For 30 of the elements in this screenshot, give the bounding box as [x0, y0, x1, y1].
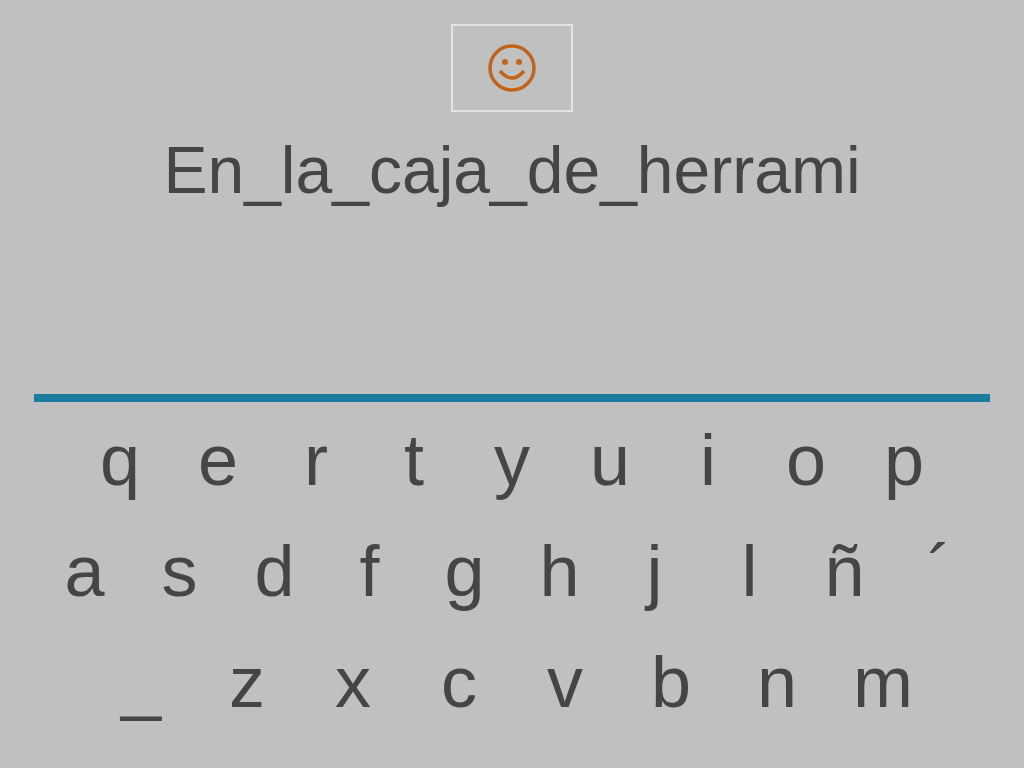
letter-key[interactable]: y	[463, 414, 561, 505]
letter-key[interactable]: a	[37, 525, 132, 616]
phrase-text: En_la_caja_de_herrami	[163, 132, 861, 209]
letter-key[interactable]: m	[830, 636, 936, 727]
letter-key[interactable]: j	[607, 525, 702, 616]
letter-key[interactable]: ñ	[797, 525, 892, 616]
smiley-button[interactable]	[451, 24, 573, 112]
letter-key[interactable]: b	[618, 636, 724, 727]
smiley-icon	[487, 43, 537, 93]
letter-key[interactable]: e	[169, 414, 267, 505]
letter-key[interactable]: d	[227, 525, 322, 616]
letter-key[interactable]: ´	[892, 525, 987, 616]
letter-key[interactable]: g	[417, 525, 512, 616]
letter-key[interactable]: l	[702, 525, 797, 616]
letter-key[interactable]: z	[194, 636, 300, 727]
letter-key[interactable]: s	[132, 525, 227, 616]
letter-key[interactable]: n	[724, 636, 830, 727]
letter-key[interactable]: t	[365, 414, 463, 505]
letter-key[interactable]: f	[322, 525, 417, 616]
letter-key[interactable]: h	[512, 525, 607, 616]
letter-key[interactable]: v	[512, 636, 618, 727]
letter-key[interactable]: c	[406, 636, 512, 727]
letter-key[interactable]: u	[561, 414, 659, 505]
letter-key[interactable]: r	[267, 414, 365, 505]
letter-key[interactable]: q	[71, 414, 169, 505]
letter-key[interactable]: p	[855, 414, 953, 505]
letter-key[interactable]: _	[88, 636, 194, 727]
letter-key[interactable]: o	[757, 414, 855, 505]
letter-key[interactable]: x	[300, 636, 406, 727]
letter-key[interactable]: i	[659, 414, 757, 505]
